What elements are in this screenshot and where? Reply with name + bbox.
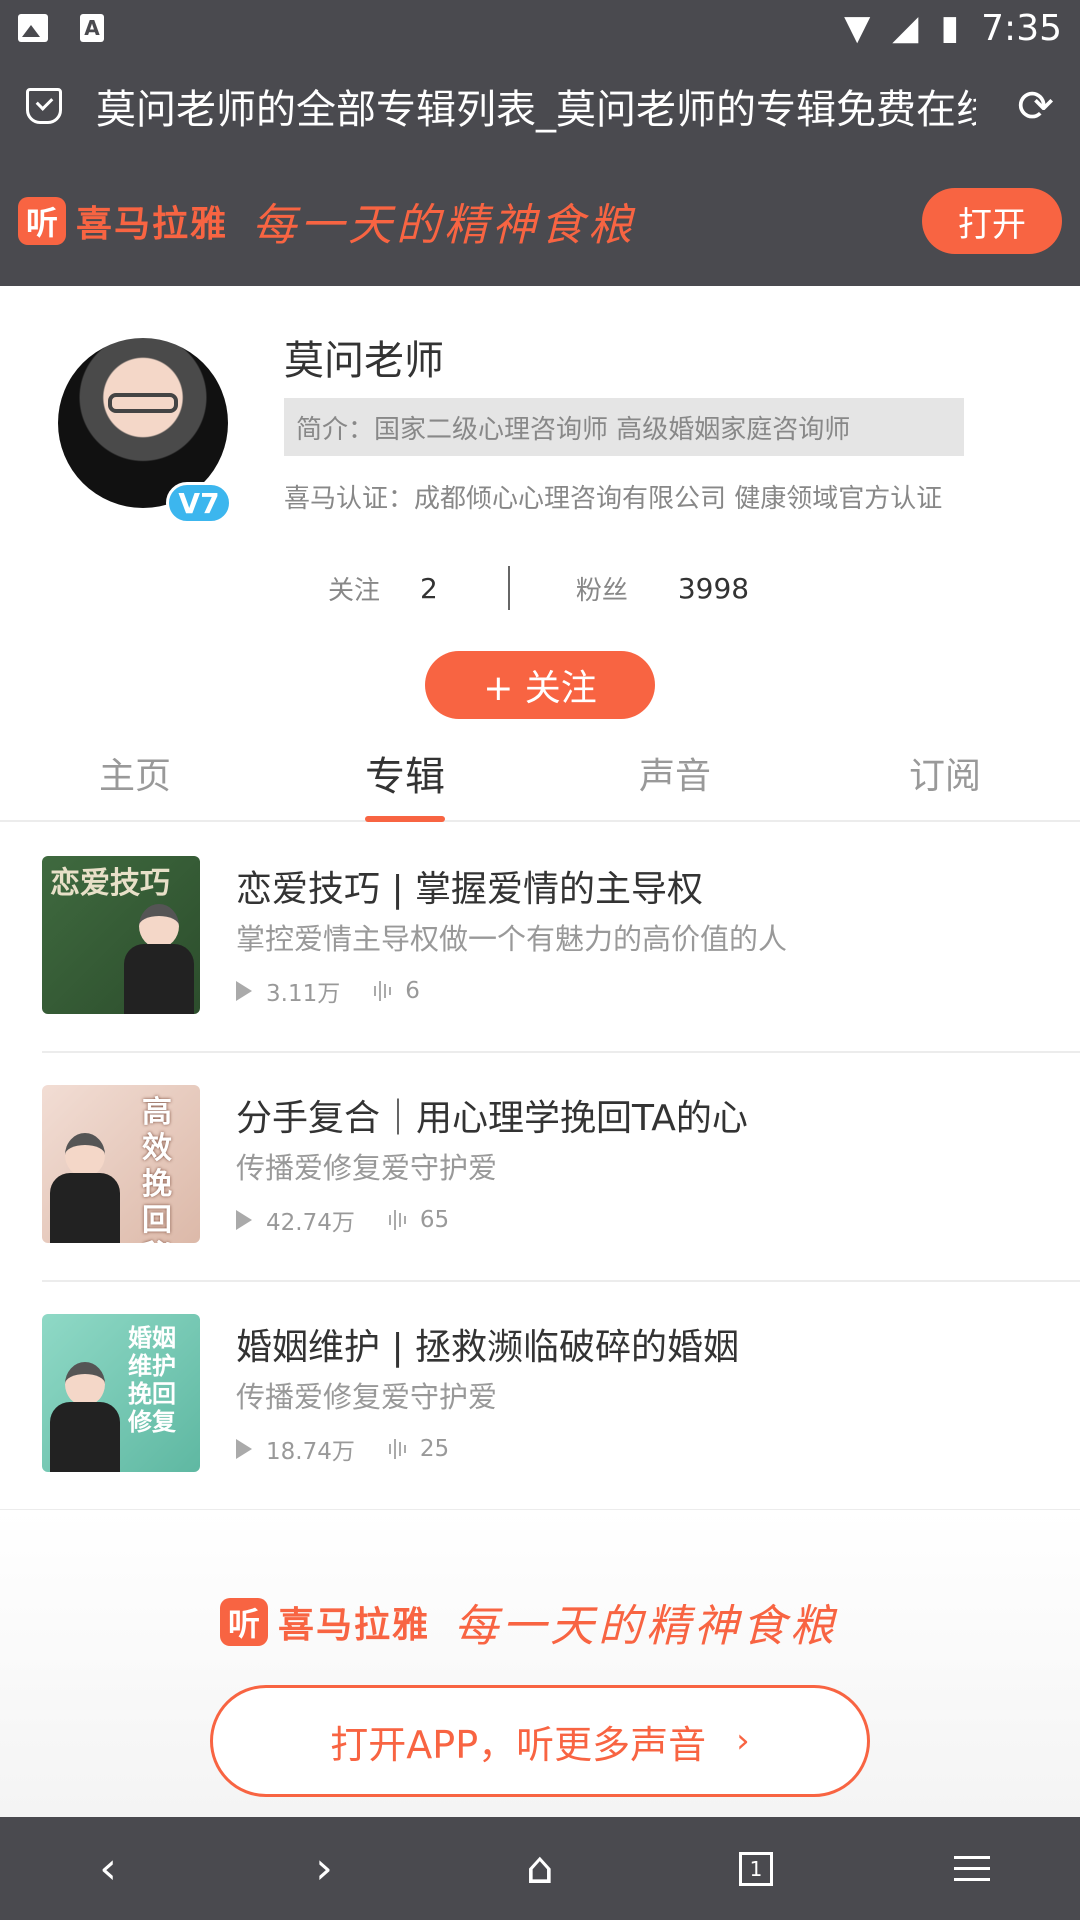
logo-brand-name: 喜马拉雅	[278, 1605, 431, 1646]
play-count: 3.11万	[266, 981, 341, 1007]
album-cover-text: 婚姻维护挽回修复	[128, 1324, 176, 1436]
album-meta: 42.74万 65	[236, 1203, 449, 1237]
footer-slogan: 每一天的精神食粮	[454, 1601, 839, 1652]
font-notification-icon: A	[80, 14, 104, 42]
album-description: 传播爱修复爱守护爱	[236, 1380, 498, 1414]
home-icon[interactable]: ⌂	[500, 1829, 580, 1909]
back-icon[interactable]: ‹	[68, 1829, 148, 1909]
album-list: 恋爱技巧 恋爱技巧 | 掌握爱情的主导权 掌控爱情主导权做一个有魅力的高价值的人…	[0, 824, 1080, 1511]
tab-sounds[interactable]: 声音	[540, 726, 810, 820]
open-app-more-button[interactable]: 打开APP，听更多声音 ›	[210, 1685, 870, 1797]
tab-count-icon: 1	[739, 1851, 773, 1886]
clock: 7:35	[981, 7, 1062, 49]
fans-count[interactable]: 3998	[678, 572, 749, 605]
album-cover-text: 恋爱技巧	[50, 866, 170, 901]
browser-nav-bar: ‹ › ⌂ 1	[0, 1817, 1080, 1920]
tabs-button[interactable]: 1	[716, 1829, 796, 1909]
list-item[interactable]: 高效挽回秘籍 分手复合｜用心理学挽回TA的心 传播爱修复爱守护爱 42.74万 …	[42, 1053, 1080, 1282]
album-cover[interactable]: 恋爱技巧	[42, 856, 200, 1014]
list-item[interactable]: 婚姻维护挽回修复 婚姻维护 | 拯救濒临破碎的婚姻 传播爱修复爱守护爱 18.7…	[0, 1282, 1080, 1511]
album-cover-text: 高效挽回秘籍	[142, 1095, 172, 1243]
album-title[interactable]: 分手复合｜用心理学挽回TA的心	[236, 1089, 748, 1141]
fans-label[interactable]: 粉丝	[576, 570, 628, 607]
album-title[interactable]: 婚姻维护 | 拯救濒临破碎的婚姻	[236, 1318, 739, 1370]
play-count-icon	[236, 1439, 252, 1459]
track-count-icon	[374, 981, 392, 1001]
open-app-button[interactable]: 打开	[922, 188, 1062, 254]
app-banner: 听 喜马拉雅 每一天的精神食粮 打开	[0, 156, 1080, 286]
album-cover[interactable]: 高效挽回秘籍	[42, 1085, 200, 1243]
profile-name: 莫问老师	[284, 338, 444, 384]
footer-promo: 听 喜马拉雅 每一天的精神食粮 打开APP，听更多声音 ›	[0, 1510, 1080, 1817]
following-count[interactable]: 2	[420, 572, 438, 605]
status-bar: A ▼ ◢ ▮ 7:35	[0, 0, 1080, 56]
cover-figure	[50, 1362, 120, 1472]
banner-slogan: 每一天的精神食粮	[252, 200, 637, 251]
album-meta: 3.11万 6	[236, 974, 420, 1008]
track-count-icon	[388, 1210, 406, 1230]
tab-home[interactable]: 主页	[0, 726, 270, 820]
ximalaya-logo: 听 喜马拉雅	[220, 1596, 430, 1648]
stats-divider	[507, 566, 510, 610]
logo-mark-icon: 听	[220, 1598, 268, 1646]
album-description: 传播爱修复爱守护爱	[236, 1151, 498, 1185]
ximalaya-logo: 听 喜马拉雅	[18, 195, 228, 247]
cover-figure	[50, 1133, 120, 1243]
signal-icon: ◢	[892, 8, 919, 48]
page-title[interactable]: 莫问老师的全部专辑列表_莫问老师的专辑免费在线收听	[96, 77, 976, 135]
album-cover[interactable]: 婚姻维护挽回修复	[42, 1314, 200, 1472]
list-item[interactable]: 恋爱技巧 恋爱技巧 | 掌握爱情的主导权 掌控爱情主导权做一个有魅力的高价值的人…	[42, 824, 1080, 1053]
follow-button[interactable]: + 关注	[425, 651, 655, 719]
open-app-label: 打开APP，听更多声音	[330, 1722, 707, 1767]
menu-icon[interactable]	[932, 1829, 1012, 1909]
following-label[interactable]: 关注	[328, 570, 380, 607]
logo-brand-name: 喜马拉雅	[76, 204, 229, 245]
wifi-icon: ▼	[844, 8, 871, 48]
play-count-icon	[236, 1210, 252, 1230]
tab-albums[interactable]: 专辑	[270, 726, 540, 820]
image-notification-icon	[18, 14, 48, 42]
forward-icon[interactable]: ›	[284, 1829, 364, 1909]
play-count: 42.74万	[266, 1210, 355, 1236]
cover-figure	[124, 904, 194, 1014]
profile-certification: 喜马认证：成都倾心心理咨询有限公司 健康领域官方认证	[284, 484, 943, 514]
track-count: 6	[405, 978, 420, 1004]
footer-logo-row: 听 喜马拉雅 每一天的精神食粮	[220, 1590, 838, 1654]
track-count-icon	[388, 1439, 406, 1459]
play-count-icon	[236, 981, 252, 1001]
level-badge: V7	[166, 482, 232, 524]
avatar-glasses	[108, 393, 178, 413]
browser-url-bar[interactable]: 莫问老师的全部专辑列表_莫问老师的专辑免费在线收听 ⟳	[0, 56, 1080, 156]
battery-icon: ▮	[940, 8, 960, 48]
reload-icon[interactable]: ⟳	[1017, 81, 1054, 132]
profile-header: V7 莫问老师 简介：国家二级心理咨询师 高级婚姻家庭咨询师 喜马认证：成都倾心…	[0, 286, 1080, 726]
track-count: 25	[419, 1436, 450, 1462]
profile-intro[interactable]: 简介：国家二级心理咨询师 高级婚姻家庭咨询师	[284, 398, 964, 456]
tab-subscriptions[interactable]: 订阅	[810, 726, 1080, 820]
album-meta: 18.74万 25	[236, 1432, 449, 1466]
profile-tabs: 主页 专辑 声音 订阅	[0, 726, 1080, 822]
play-count: 18.74万	[266, 1439, 355, 1465]
follow-stats: 关注 2 粉丝 3998	[0, 564, 1080, 612]
album-description: 掌控爱情主导权做一个有魅力的高价值的人	[236, 922, 788, 956]
album-title[interactable]: 恋爱技巧 | 掌握爱情的主导权	[236, 860, 703, 912]
logo-mark-icon: 听	[18, 197, 66, 245]
security-shield-icon[interactable]	[26, 88, 62, 124]
chevron-right-icon: ›	[736, 1721, 750, 1761]
track-count: 65	[419, 1207, 450, 1233]
